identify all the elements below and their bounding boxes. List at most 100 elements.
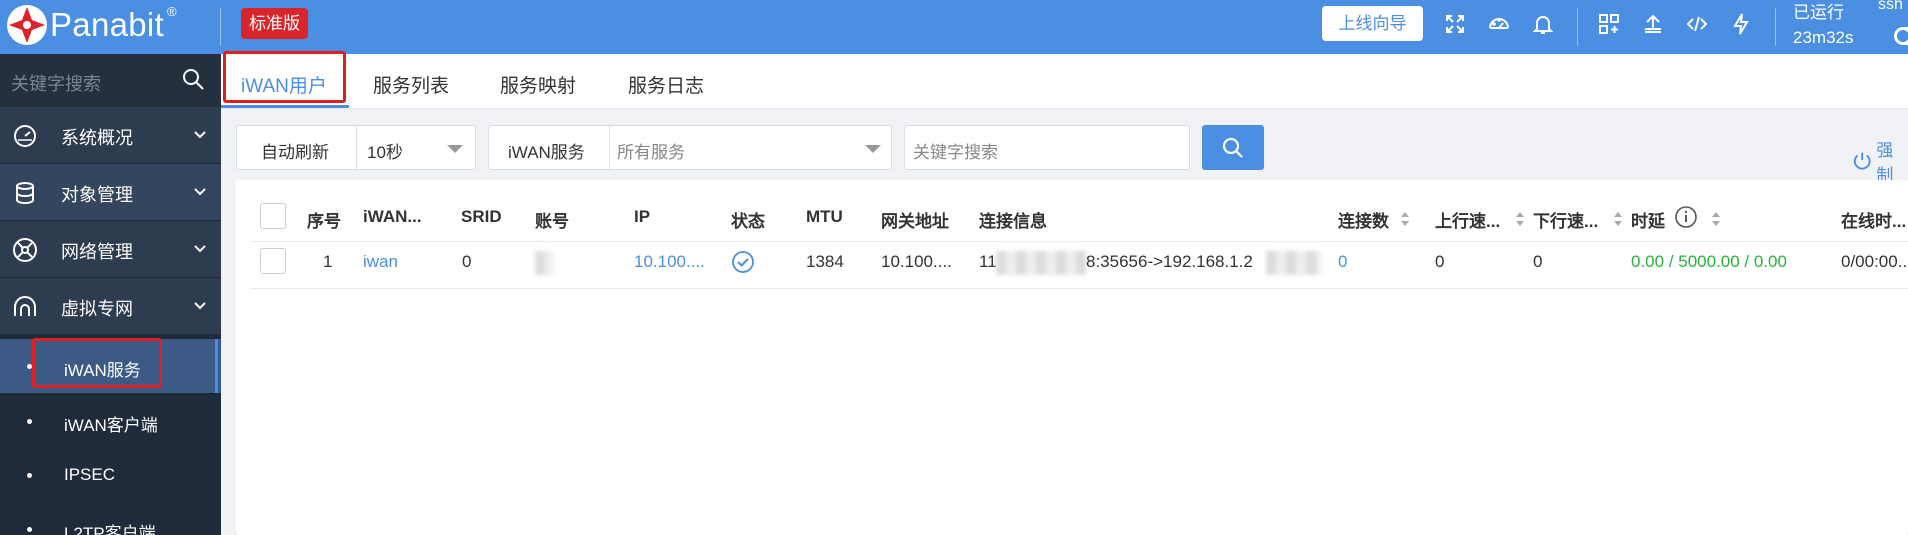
ssh-toggle[interactable] <box>1894 27 1908 45</box>
info-icon[interactable] <box>1674 205 1698 229</box>
auto-refresh-value[interactable]: 10秒 <box>367 138 403 163</box>
col-header-conn-info: 连接信息 <box>979 212 1047 231</box>
cell-conn-info: 8:35656->192.168.1.2 <box>1086 252 1253 271</box>
search-icon <box>1222 137 1243 158</box>
col-header-ip: IP <box>634 207 651 226</box>
sidebar-item-label: 虚拟专网 <box>61 299 133 319</box>
header-divider <box>220 8 221 46</box>
cell-ip[interactable]: 10.100.... <box>634 252 714 272</box>
sidebar-search[interactable]: 关键字搜索 <box>0 54 221 107</box>
sidebar-subitem-label: IPSEC <box>64 465 116 484</box>
online-guide-button[interactable]: 上线向导 <box>1322 6 1423 41</box>
database-icon <box>16 182 34 205</box>
chevron-down-icon <box>194 131 206 139</box>
tab-service-mapping[interactable]: 服务映射 <box>500 71 576 98</box>
cell-conn-info-prefix: 11 <box>979 252 997 271</box>
keyword-search-placeholder: 关键字搜索 <box>913 143 998 162</box>
header-divider <box>1775 8 1776 46</box>
lightning-icon[interactable] <box>1727 10 1755 38</box>
sidebar-search-input[interactable]: 关键字搜索 <box>11 70 101 96</box>
row-checkbox[interactable] <box>260 248 286 274</box>
bell-icon[interactable] <box>1529 10 1557 38</box>
code-icon[interactable] <box>1683 10 1711 38</box>
search-button[interactable] <box>1202 125 1264 170</box>
bullet-icon <box>27 527 32 532</box>
col-header-account: 账号 <box>535 212 569 231</box>
chevron-down-icon <box>194 188 206 196</box>
tunnel-icon <box>14 296 36 316</box>
select-all-checkbox[interactable] <box>260 203 286 229</box>
status-online-icon <box>732 251 754 273</box>
sidebar-subitem-l2tp-client[interactable]: L2TP客户端 <box>0 502 221 535</box>
cell-gateway: 10.100.... <box>881 252 952 271</box>
col-header-latency[interactable]: 时延 <box>1631 207 1665 232</box>
header-divider <box>1577 8 1578 46</box>
sidebar: 关键字搜索 系统概况 对象管理 网络管理 虚拟专网 iWAN服务 iWAN客户端… <box>0 54 221 535</box>
auto-refresh-label: 自动刷新 <box>261 143 329 162</box>
cell-conn-count[interactable]: 0 <box>1338 252 1347 272</box>
sort-icon[interactable] <box>1399 209 1411 229</box>
caret-down-icon[interactable] <box>447 145 463 153</box>
col-header-index: 序号 <box>307 212 341 231</box>
gauge-icon <box>14 125 36 147</box>
power-icon <box>1853 152 1871 170</box>
col-header-down-speed[interactable]: 下行速... <box>1533 207 1611 232</box>
cell-index: 1 <box>323 252 333 271</box>
sidebar-item-network-management[interactable]: 网络管理 <box>0 221 221 277</box>
cell-mtu: 1384 <box>806 252 844 271</box>
caret-down-icon[interactable] <box>865 145 881 153</box>
redacted-account <box>535 251 553 275</box>
tab-service-list[interactable]: 服务列表 <box>373 71 449 98</box>
panabit-logo-icon <box>7 5 47 45</box>
sort-icon[interactable] <box>1612 209 1624 229</box>
redacted-conn-info <box>996 251 1086 275</box>
table-divider <box>250 288 1908 289</box>
cell-srid: 0 <box>462 252 472 271</box>
uptime-display: 已运行 23m32s <box>1793 0 1853 50</box>
iwan-service-label: iWAN服务 <box>508 143 585 162</box>
sidebar-subitem-ipsec[interactable]: IPSEC <box>0 448 221 502</box>
iwan-service-value[interactable]: 所有服务 <box>617 138 685 163</box>
sidebar-item-system-overview[interactable]: 系统概况 <box>0 107 221 163</box>
highlight-annotation <box>32 338 162 388</box>
sidebar-item-object-management[interactable]: 对象管理 <box>0 164 221 220</box>
force-action-link[interactable]: 强制 <box>1852 136 1908 186</box>
cell-up-speed: 0 <box>1435 252 1445 271</box>
col-header-up-speed[interactable]: 上行速... <box>1435 207 1513 232</box>
tab-bar: iWAN用户 服务列表 服务映射 服务日志 <box>221 54 1908 109</box>
auto-refresh-select[interactable]: 自动刷新 10秒 <box>236 125 476 170</box>
search-icon[interactable] <box>180 66 206 92</box>
tab-service-log[interactable]: 服务日志 <box>628 71 704 98</box>
dashboard-icon[interactable] <box>1485 10 1513 38</box>
sidebar-item-label: 对象管理 <box>61 185 133 205</box>
col-header-iwan[interactable]: iWAN... <box>363 207 435 227</box>
field-separator <box>609 126 610 169</box>
apps-icon[interactable] <box>1595 10 1623 38</box>
uptime-label: 已运行 <box>1793 3 1844 22</box>
sort-icon[interactable] <box>1710 209 1722 229</box>
uptime-value: 23m32s <box>1793 28 1854 47</box>
edition-badge: 标准版 <box>241 8 308 39</box>
registered-mark: ® <box>167 3 177 19</box>
sidebar-subitem-label: L2TP客户端 <box>64 524 156 535</box>
iwan-users-table: 序号 iWAN... SRID 账号 IP 状态 MTU 网关地址 连接信息 连… <box>236 180 1908 535</box>
fullscreen-icon[interactable] <box>1441 10 1469 38</box>
col-header-conn-count[interactable]: 连接数 <box>1338 207 1389 232</box>
sidebar-subitem-label: iWAN客户端 <box>64 416 158 435</box>
col-header-gateway: 网关地址 <box>881 212 949 231</box>
bullet-icon <box>27 473 32 478</box>
col-header-status: 状态 <box>731 212 765 231</box>
iwan-service-select[interactable]: iWAN服务 所有服务 <box>488 125 892 170</box>
brand-name: Panabit <box>50 6 165 43</box>
bullet-icon <box>27 419 32 424</box>
brand-logo[interactable]: Panabit ® <box>6 3 177 47</box>
sidebar-item-label: 网络管理 <box>61 242 133 262</box>
sidebar-subitem-iwan-client[interactable]: iWAN客户端 <box>0 394 221 448</box>
sort-icon[interactable] <box>1514 209 1526 229</box>
ssh-label: ssh <box>1878 0 1903 13</box>
upload-icon[interactable] <box>1639 10 1667 38</box>
keyword-search-input[interactable]: 关键字搜索 <box>904 125 1190 170</box>
sidebar-item-vpn[interactable]: 虚拟专网 <box>0 278 221 334</box>
cell-iwan-link[interactable]: iwan <box>363 252 398 272</box>
redacted-conn-info <box>1266 251 1321 275</box>
